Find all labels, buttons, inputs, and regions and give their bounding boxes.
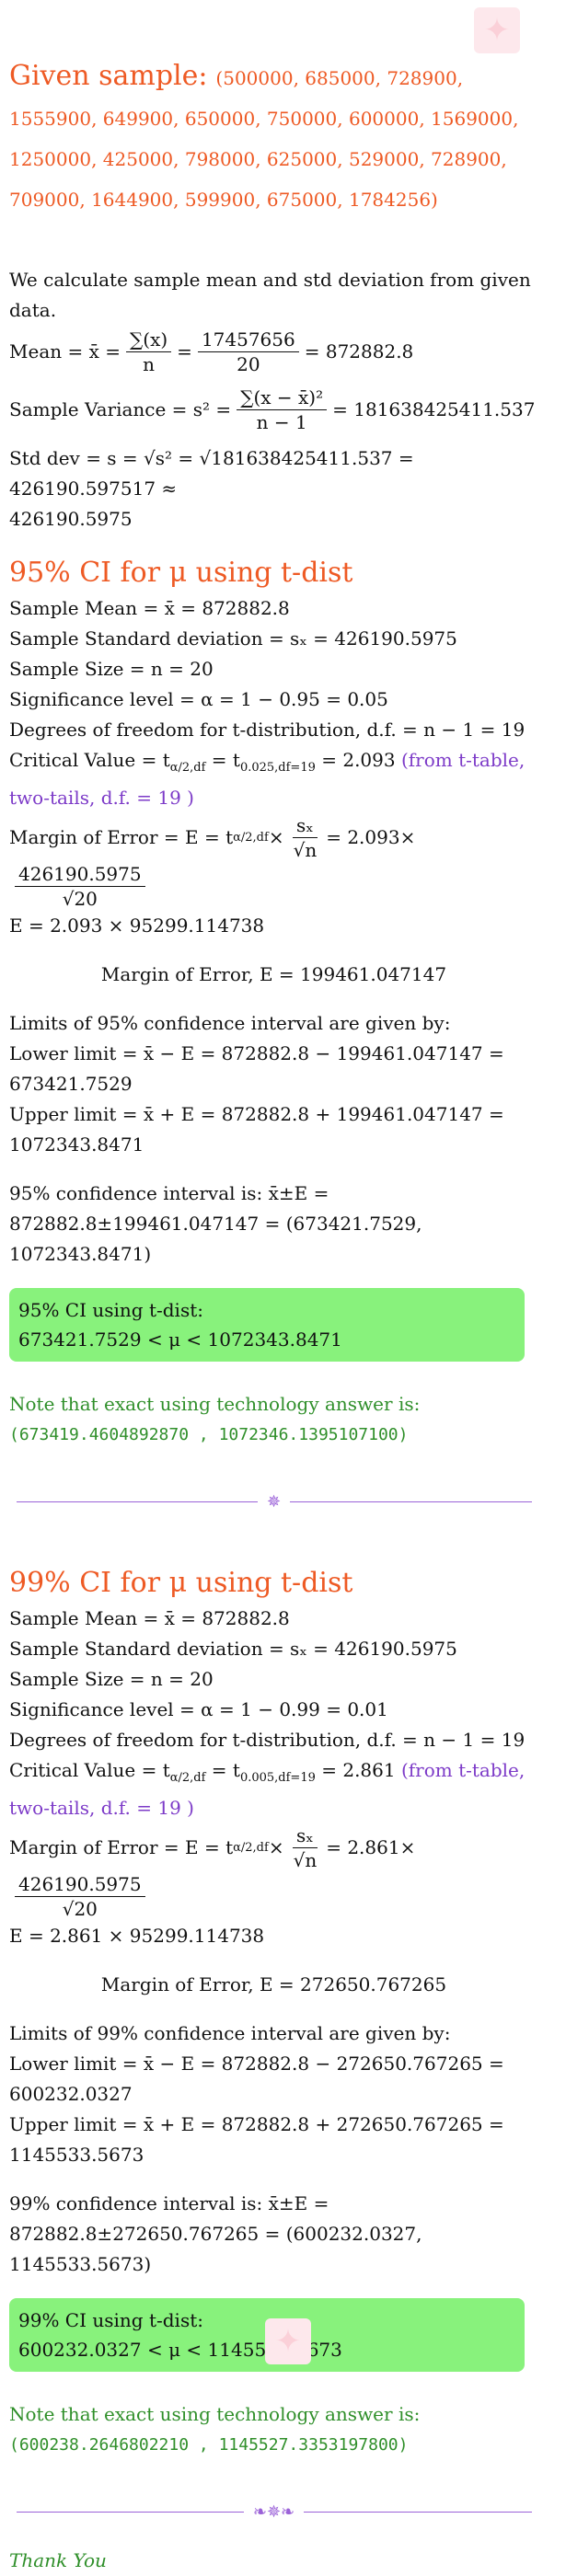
ci99-critical-sub: α/2,df (169, 1771, 206, 1785)
ci99-moe-frac2-den: √20 (62, 1898, 98, 1920)
stats-intro: We calculate sample mean and std deviati… (9, 269, 531, 321)
ci99-moe-fraction: sₓ √n (290, 1823, 321, 1872)
ci95-moe-fraction2: 426190.5975 √20 (15, 862, 145, 911)
ci99-critical-sub2: 0.005,df=19 (239, 1771, 316, 1785)
ci95-moe-times: × (268, 826, 284, 848)
var-fraction: ∑(x − x̄)² n − 1 (237, 385, 328, 434)
ci95-critical-label: Critical Value = t (9, 749, 170, 771)
mean-equation: Mean = x̄ = ∑(x) n = 17457656 20 = 87288… (9, 328, 538, 376)
ci95-moe-equation: Margin of Error = E = t α/2,df × sₓ √n = 2… (9, 813, 538, 911)
thank-you: Thank You (9, 2549, 107, 2571)
ci95-dof: Degrees of freedom for t-distribution, d… (9, 719, 526, 741)
ci95-critical-value: = 2.093 (315, 749, 396, 771)
mean-fraction-values: 17457656 20 (197, 328, 299, 376)
ci99-moe-lhs: Margin of Error = E = t (9, 1836, 234, 1858)
ci99-tech-value: (600238.2646802210 , 1145527.3353197800) (9, 2435, 409, 2455)
ci99-moe-frac-num: sₓ (293, 1823, 318, 1848)
ci99-interval: 99% confidence interval is: x̄±E = 87288… (9, 2192, 422, 2275)
given-sample: Given sample: (500000, 685000, 728900, 1… (9, 57, 538, 219)
ci95-significance: Significance level = α = 1 − 0.95 = 0.05 (9, 688, 388, 710)
mean-fraction: ∑(x) n (126, 328, 172, 376)
ci99-dof: Degrees of freedom for t-distribution, d… (9, 1729, 526, 1751)
ci95-moe-final: Margin of Error, E = 199461.047147 (100, 963, 447, 985)
ci95-moe-sub: α/2,df (233, 831, 269, 845)
footer-line-right (304, 2511, 532, 2513)
ci95-critical-sub: α/2,df (169, 761, 206, 775)
ci95-moe-lhs: Margin of Error = E = t (9, 826, 234, 848)
ci95-lower: Lower limit = x̄ − E = 872882.8 − 199461… (9, 1042, 504, 1095)
ci95-box-title: 95% CI using t-dist: (18, 1299, 203, 1321)
ci99-moe-frac2-num: 426190.5975 (15, 1872, 145, 1897)
ci99-moe-fraction2: 426190.5975 √20 (15, 1872, 145, 1921)
ci95-sample-size: Sample Size = n = 20 (9, 658, 214, 680)
sd-line1: Std dev = s = √s² = √181638425411.537 = … (9, 447, 414, 500)
ci99-critical-value: = 2.861 (315, 1759, 396, 1781)
ci95-critical-mid: = t (205, 749, 240, 771)
ci99-sample-size: Sample Size = n = 20 (9, 1668, 214, 1690)
ci99-sample-mean: Sample Mean = x̄ = 872882.8 (9, 1607, 290, 1629)
var-num: ∑(x − x̄)² (237, 385, 328, 410)
var-lhs: Sample Variance = s² = (9, 398, 232, 420)
ci95-critical-sub2: 0.025,df=19 (239, 761, 316, 775)
sd-line2: 426190.5975 (9, 508, 133, 530)
ci95-moe-frac-den: √n (293, 839, 318, 861)
separator-line-left (16, 1501, 258, 1503)
mean-den2: 20 (237, 353, 260, 375)
mean-num: ∑(x) (126, 328, 172, 352)
given-label: Given sample: (9, 60, 208, 92)
ci95-result-box: 95% CI using t-dist: 673421.7529 < μ < 1… (9, 1288, 525, 1362)
ci95-sample-mean: Sample Mean = x̄ = 872882.8 (9, 597, 290, 619)
ci95-moe-eq: = 2.093× (326, 826, 416, 848)
ci95-moe-frac-num: sₓ (293, 813, 318, 838)
ci99-significance: Significance level = α = 1 − 0.99 = 0.01 (9, 1698, 388, 1720)
document: Given sample: (500000, 685000, 728900, 1… (9, 0, 538, 2576)
ci95-limits-intro: Limits of 95% confidence interval are gi… (9, 1012, 451, 1034)
ci99-moe-eq: = 2.861× (326, 1836, 416, 1858)
mean-eq: = (177, 340, 192, 362)
ci99-title: 99% CI for μ using t-dist (9, 1567, 353, 1599)
ci99-moe-frac-den: √n (293, 1849, 318, 1871)
ornament-flourish-icon: ❧✵❧ (252, 2502, 295, 2522)
footer-star-icon: ✦ (265, 2318, 311, 2364)
ci99-moe-final: Margin of Error, E = 272650.767265 (100, 1973, 447, 1995)
ci95-moe-frac2-num: 426190.5975 (15, 862, 145, 887)
ci99-critical-label: Critical Value = t (9, 1759, 170, 1781)
var-result: = 181638425411.537 (332, 398, 536, 420)
section-separator: ✵ (16, 1487, 532, 1517)
ci95-moe-fraction: sₓ √n (290, 813, 321, 862)
ci99-moe-times: × (268, 1836, 284, 1858)
mean-den: n (143, 353, 156, 375)
ci95-upper: Upper limit = x̄ + E = 872882.8 + 199461… (9, 1103, 504, 1156)
variance-equation: Sample Variance = s² = ∑(x − x̄)² n − 1 … (9, 385, 538, 434)
ci99-upper: Upper limit = x̄ + E = 872882.8 + 272650… (9, 2113, 504, 2166)
mean-num2: 17457656 (197, 328, 299, 352)
footer-line-left (16, 2511, 244, 2513)
ornament-icon: ✵ (266, 1492, 282, 1512)
ci95-title: 95% CI for μ using t-dist (9, 557, 353, 589)
ci95-tech-note: Note that exact using technology answer … (9, 1393, 421, 1415)
ci95-box-result: 673421.7529 < μ < 1072343.8471 (18, 1328, 342, 1351)
ci95-tech-value: (673419.4604892870 , 1072346.1395107100) (9, 1425, 409, 1444)
ci99-moe-line2: E = 2.861 × 95299.114738 (9, 1925, 265, 1947)
footer-separator: ❧✵❧ (16, 2497, 532, 2527)
ci95-critical: Critical Value = tα/2,df = t0.025,df=19 … (9, 745, 538, 813)
ci95-moe-line2: E = 2.093 × 95299.114738 (9, 914, 265, 937)
ci99-limits-intro: Limits of 99% confidence interval are gi… (9, 2022, 451, 2044)
ci95-moe-frac2-den: √20 (62, 888, 98, 910)
ci99-moe-sub: α/2,df (233, 1841, 269, 1855)
ci95-sample-sd: Sample Standard deviation = sₓ = 426190.… (9, 627, 457, 650)
ci99-lower: Lower limit = x̄ − E = 872882.8 − 272650… (9, 2053, 504, 2105)
separator-line-right (290, 1501, 532, 1503)
ci99-critical-mid: = t (205, 1759, 240, 1781)
mean-lhs: Mean = x̄ = (9, 340, 121, 362)
mean-result: = 872882.8 (304, 340, 414, 362)
ci99-critical: Critical Value = tα/2,df = t0.005,df=19 … (9, 1755, 538, 1823)
var-den: n − 1 (256, 411, 307, 433)
ci95-interval: 95% confidence interval is: x̄±E = 87288… (9, 1182, 422, 1265)
ci99-tech-note: Note that exact using technology answer … (9, 2403, 421, 2425)
ci99-moe-equation: Margin of Error = E = t α/2,df × sₓ √n = 2… (9, 1823, 538, 1921)
ci99-sample-sd: Sample Standard deviation = sₓ = 426190.… (9, 1638, 457, 1660)
